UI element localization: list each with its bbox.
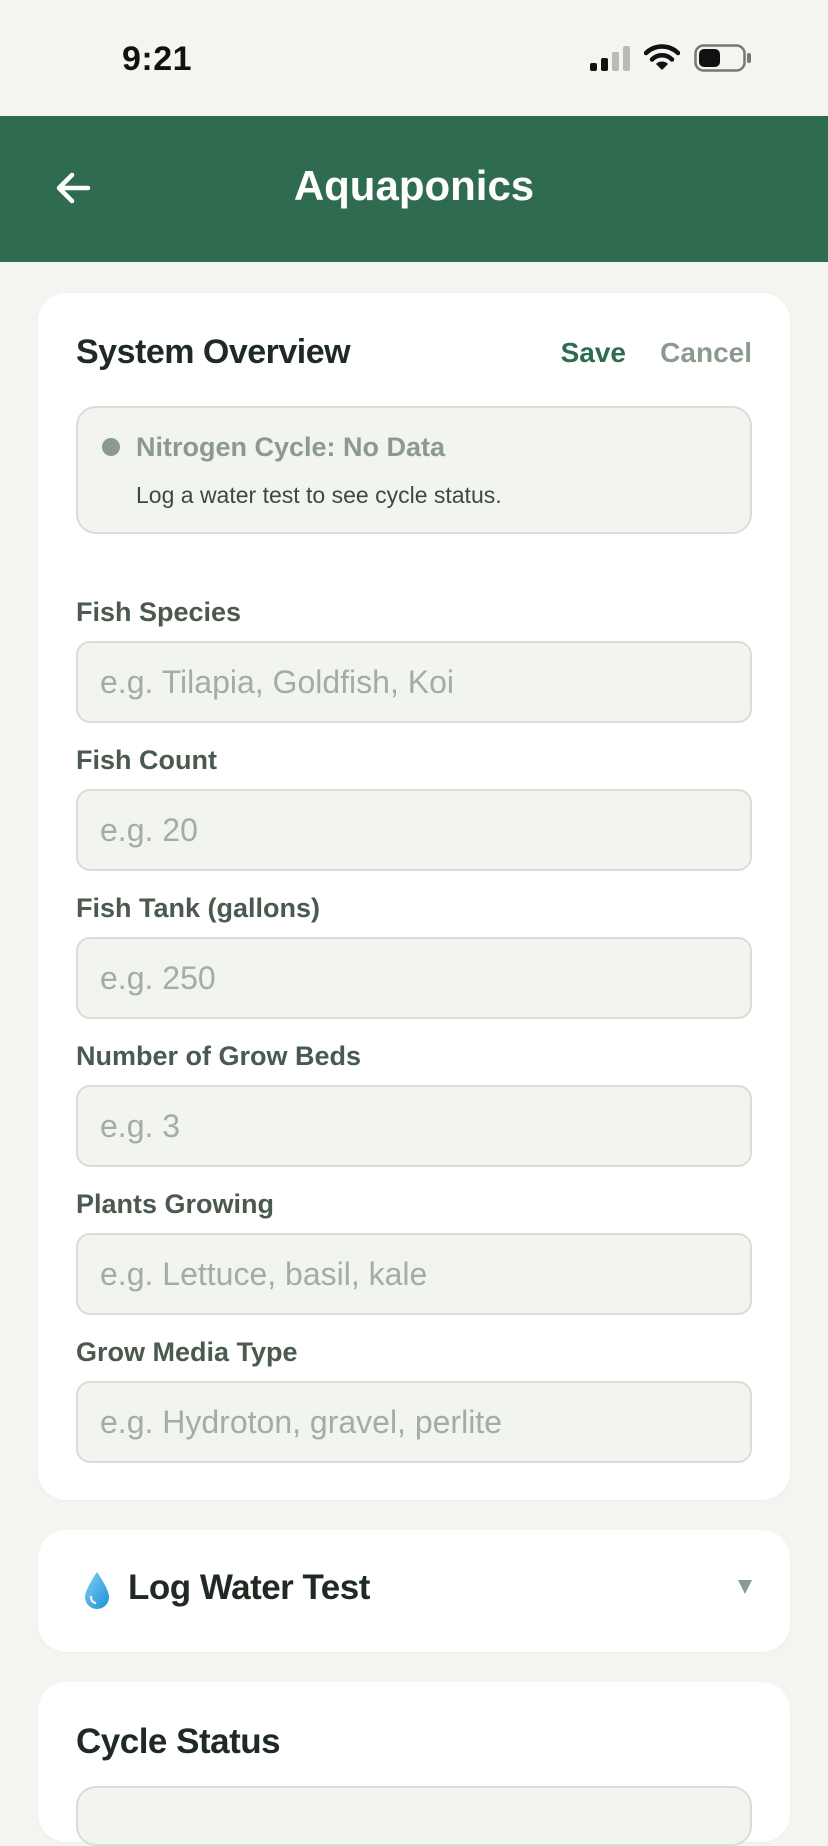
grow-beds-input[interactable]: [76, 1085, 752, 1167]
plants-growing-label: Plants Growing: [76, 1189, 275, 1219]
fish-tank-input[interactable]: [76, 937, 752, 1019]
system-overview-card: System Overview Save Cancel Nitrogen Cyc…: [38, 293, 790, 1500]
water-drop-icon: [85, 1572, 109, 1609]
status-icons: [590, 44, 752, 72]
status-time: 9:21: [122, 40, 193, 78]
log-water-test-title: Log Water Test: [128, 1568, 370, 1607]
app-header: Aquaponics: [0, 116, 828, 262]
status-dot-icon: [102, 438, 120, 456]
fish-count-input[interactable]: [76, 789, 752, 871]
cycle-status-panel: [76, 1786, 752, 1846]
wifi-icon: [644, 44, 680, 70]
chevron-down-icon: [738, 1580, 752, 1594]
system-overview-title: System Overview: [76, 333, 351, 371]
grow-media-label: Grow Media Type: [76, 1337, 298, 1367]
cycle-status-card: Cycle Status: [38, 1682, 790, 1846]
log-water-test-toggle[interactable]: Log Water Test: [38, 1530, 790, 1652]
cancel-button[interactable]: Cancel: [660, 337, 752, 369]
battery-icon: [694, 44, 751, 72]
nitrogen-cycle-status: Nitrogen Cycle: No Data Log a water test…: [76, 406, 752, 534]
plants-growing-input[interactable]: [76, 1233, 752, 1315]
grow-beds-label: Number of Grow Beds: [76, 1041, 362, 1071]
status-bar: 9:21: [0, 0, 828, 116]
page-title: Aquaponics: [293, 162, 535, 209]
cycle-status-title: Nitrogen Cycle: No Data: [136, 432, 446, 462]
save-button[interactable]: Save: [561, 337, 626, 369]
cellular-signal-icon: [590, 45, 630, 71]
cycle-status-subtitle: Log a water test to see cycle status.: [136, 482, 502, 508]
fish-species-input[interactable]: [76, 641, 752, 723]
cycle-status-heading: Cycle Status: [76, 1722, 281, 1761]
fish-tank-label: Fish Tank (gallons): [76, 893, 321, 923]
grow-media-input[interactable]: [76, 1381, 752, 1463]
fish-count-label: Fish Count: [76, 745, 217, 775]
fish-species-label: Fish Species: [76, 597, 242, 627]
